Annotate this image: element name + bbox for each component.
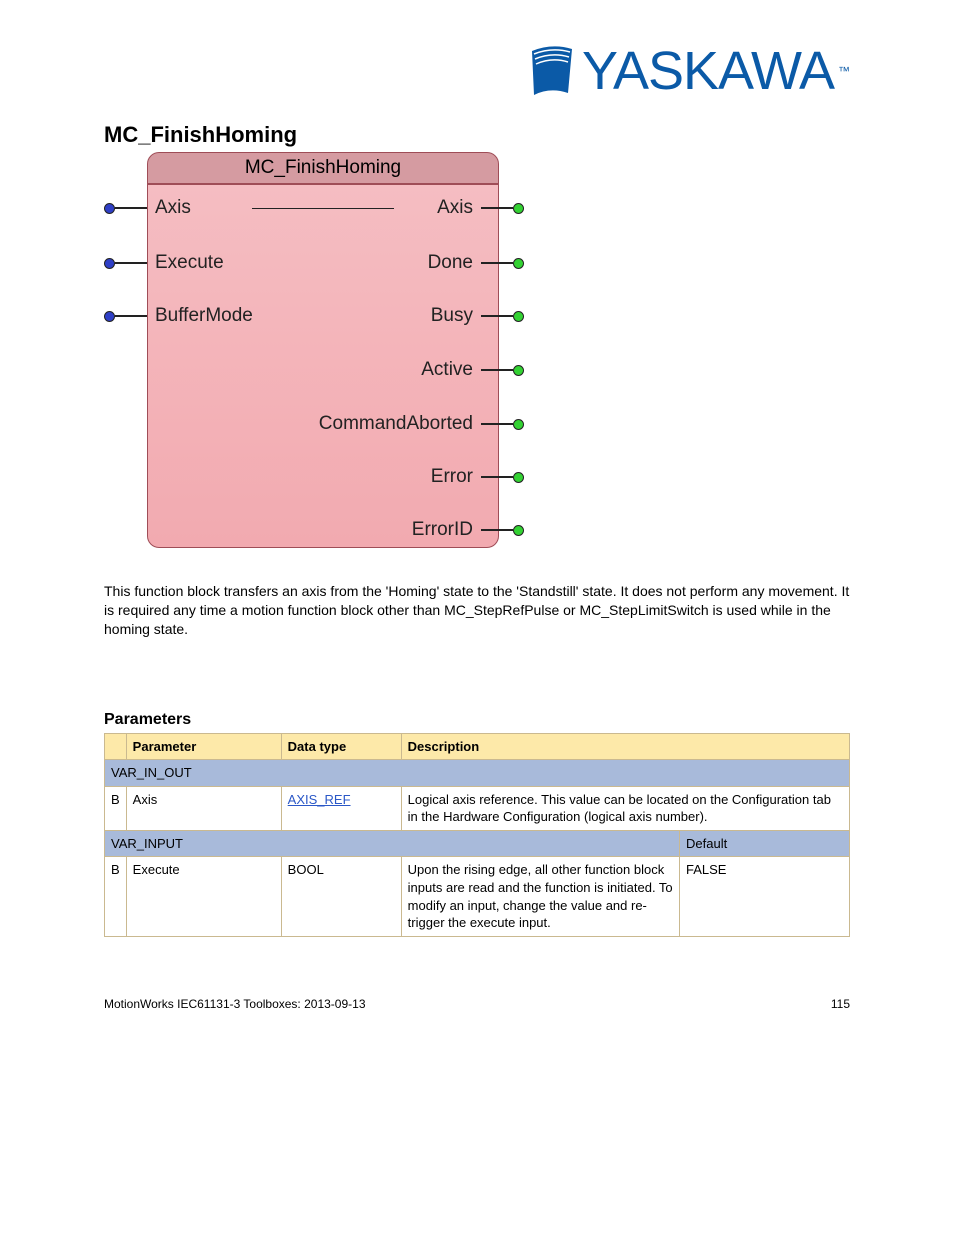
col-header-desc: Description <box>401 733 849 760</box>
row-desc: Upon the rising edge, all other function… <box>401 857 679 936</box>
col-header-blank <box>105 733 127 760</box>
table-row: B Execute BOOL Upon the rising edge, all… <box>105 857 850 936</box>
port-dot-icon <box>513 203 524 214</box>
row-type: AXIS_REF <box>281 786 401 830</box>
axis-ref-link[interactable]: AXIS_REF <box>288 792 351 807</box>
fb-output-busy: Busy <box>431 305 524 327</box>
fb-output-error: Error <box>431 466 524 488</box>
col-header-type: Data type <box>281 733 401 760</box>
section-var-input: VAR_INPUT <box>105 830 680 857</box>
fb-output-active: Active <box>421 359 524 381</box>
parameters-table: Parameter Data type Description VAR_IN_O… <box>104 733 850 937</box>
row-desc: Logical axis reference. This value can b… <box>401 786 849 830</box>
port-dot-icon <box>104 258 115 269</box>
logo-trademark: ™ <box>838 64 850 78</box>
axis-link-line <box>252 208 394 209</box>
page-footer: MotionWorks IEC61131-3 Toolboxes: 2013-0… <box>104 997 850 1011</box>
port-dot-icon <box>104 311 115 322</box>
fb-output-errorid: ErrorID <box>412 519 524 541</box>
col-header-param: Parameter <box>126 733 281 760</box>
fb-output-axis: Axis <box>437 197 524 219</box>
fb-input-axis: Axis <box>104 197 191 219</box>
section-var-input-default: Default <box>680 830 850 857</box>
logo-text: YASKAWA <box>582 40 834 102</box>
fb-title: MC_FinishHoming <box>147 152 499 184</box>
function-block-diagram: MC_FinishHoming Axis Execute BufferMode … <box>104 152 524 572</box>
row-param: Axis <box>126 786 281 830</box>
row-type: BOOL <box>281 857 401 936</box>
fb-output-commandaborted: CommandAborted <box>319 413 524 435</box>
footer-left: MotionWorks IEC61131-3 Toolboxes: 2013-0… <box>104 997 366 1011</box>
fb-input-buffermode: BufferMode <box>104 305 253 327</box>
row-param: Execute <box>126 857 281 936</box>
row-b: B <box>105 857 127 936</box>
row-b: B <box>105 786 127 830</box>
section-var-in-out: VAR_IN_OUT <box>105 760 850 787</box>
row-default: FALSE <box>680 857 850 936</box>
page-title: MC_FinishHoming <box>104 122 850 148</box>
footer-page-number: 115 <box>831 997 850 1011</box>
description-text: This function block transfers an axis fr… <box>104 582 850 639</box>
fb-input-execute: Execute <box>104 252 224 274</box>
port-pin-icon <box>115 207 135 209</box>
brand-logo: YASKAWA ™ <box>104 40 850 102</box>
parameters-heading: Parameters <box>104 711 850 729</box>
fb-output-done: Done <box>428 252 524 274</box>
logo-mark-icon <box>530 45 574 97</box>
port-dot-icon <box>104 203 115 214</box>
table-row: B Axis AXIS_REF Logical axis reference. … <box>105 786 850 830</box>
